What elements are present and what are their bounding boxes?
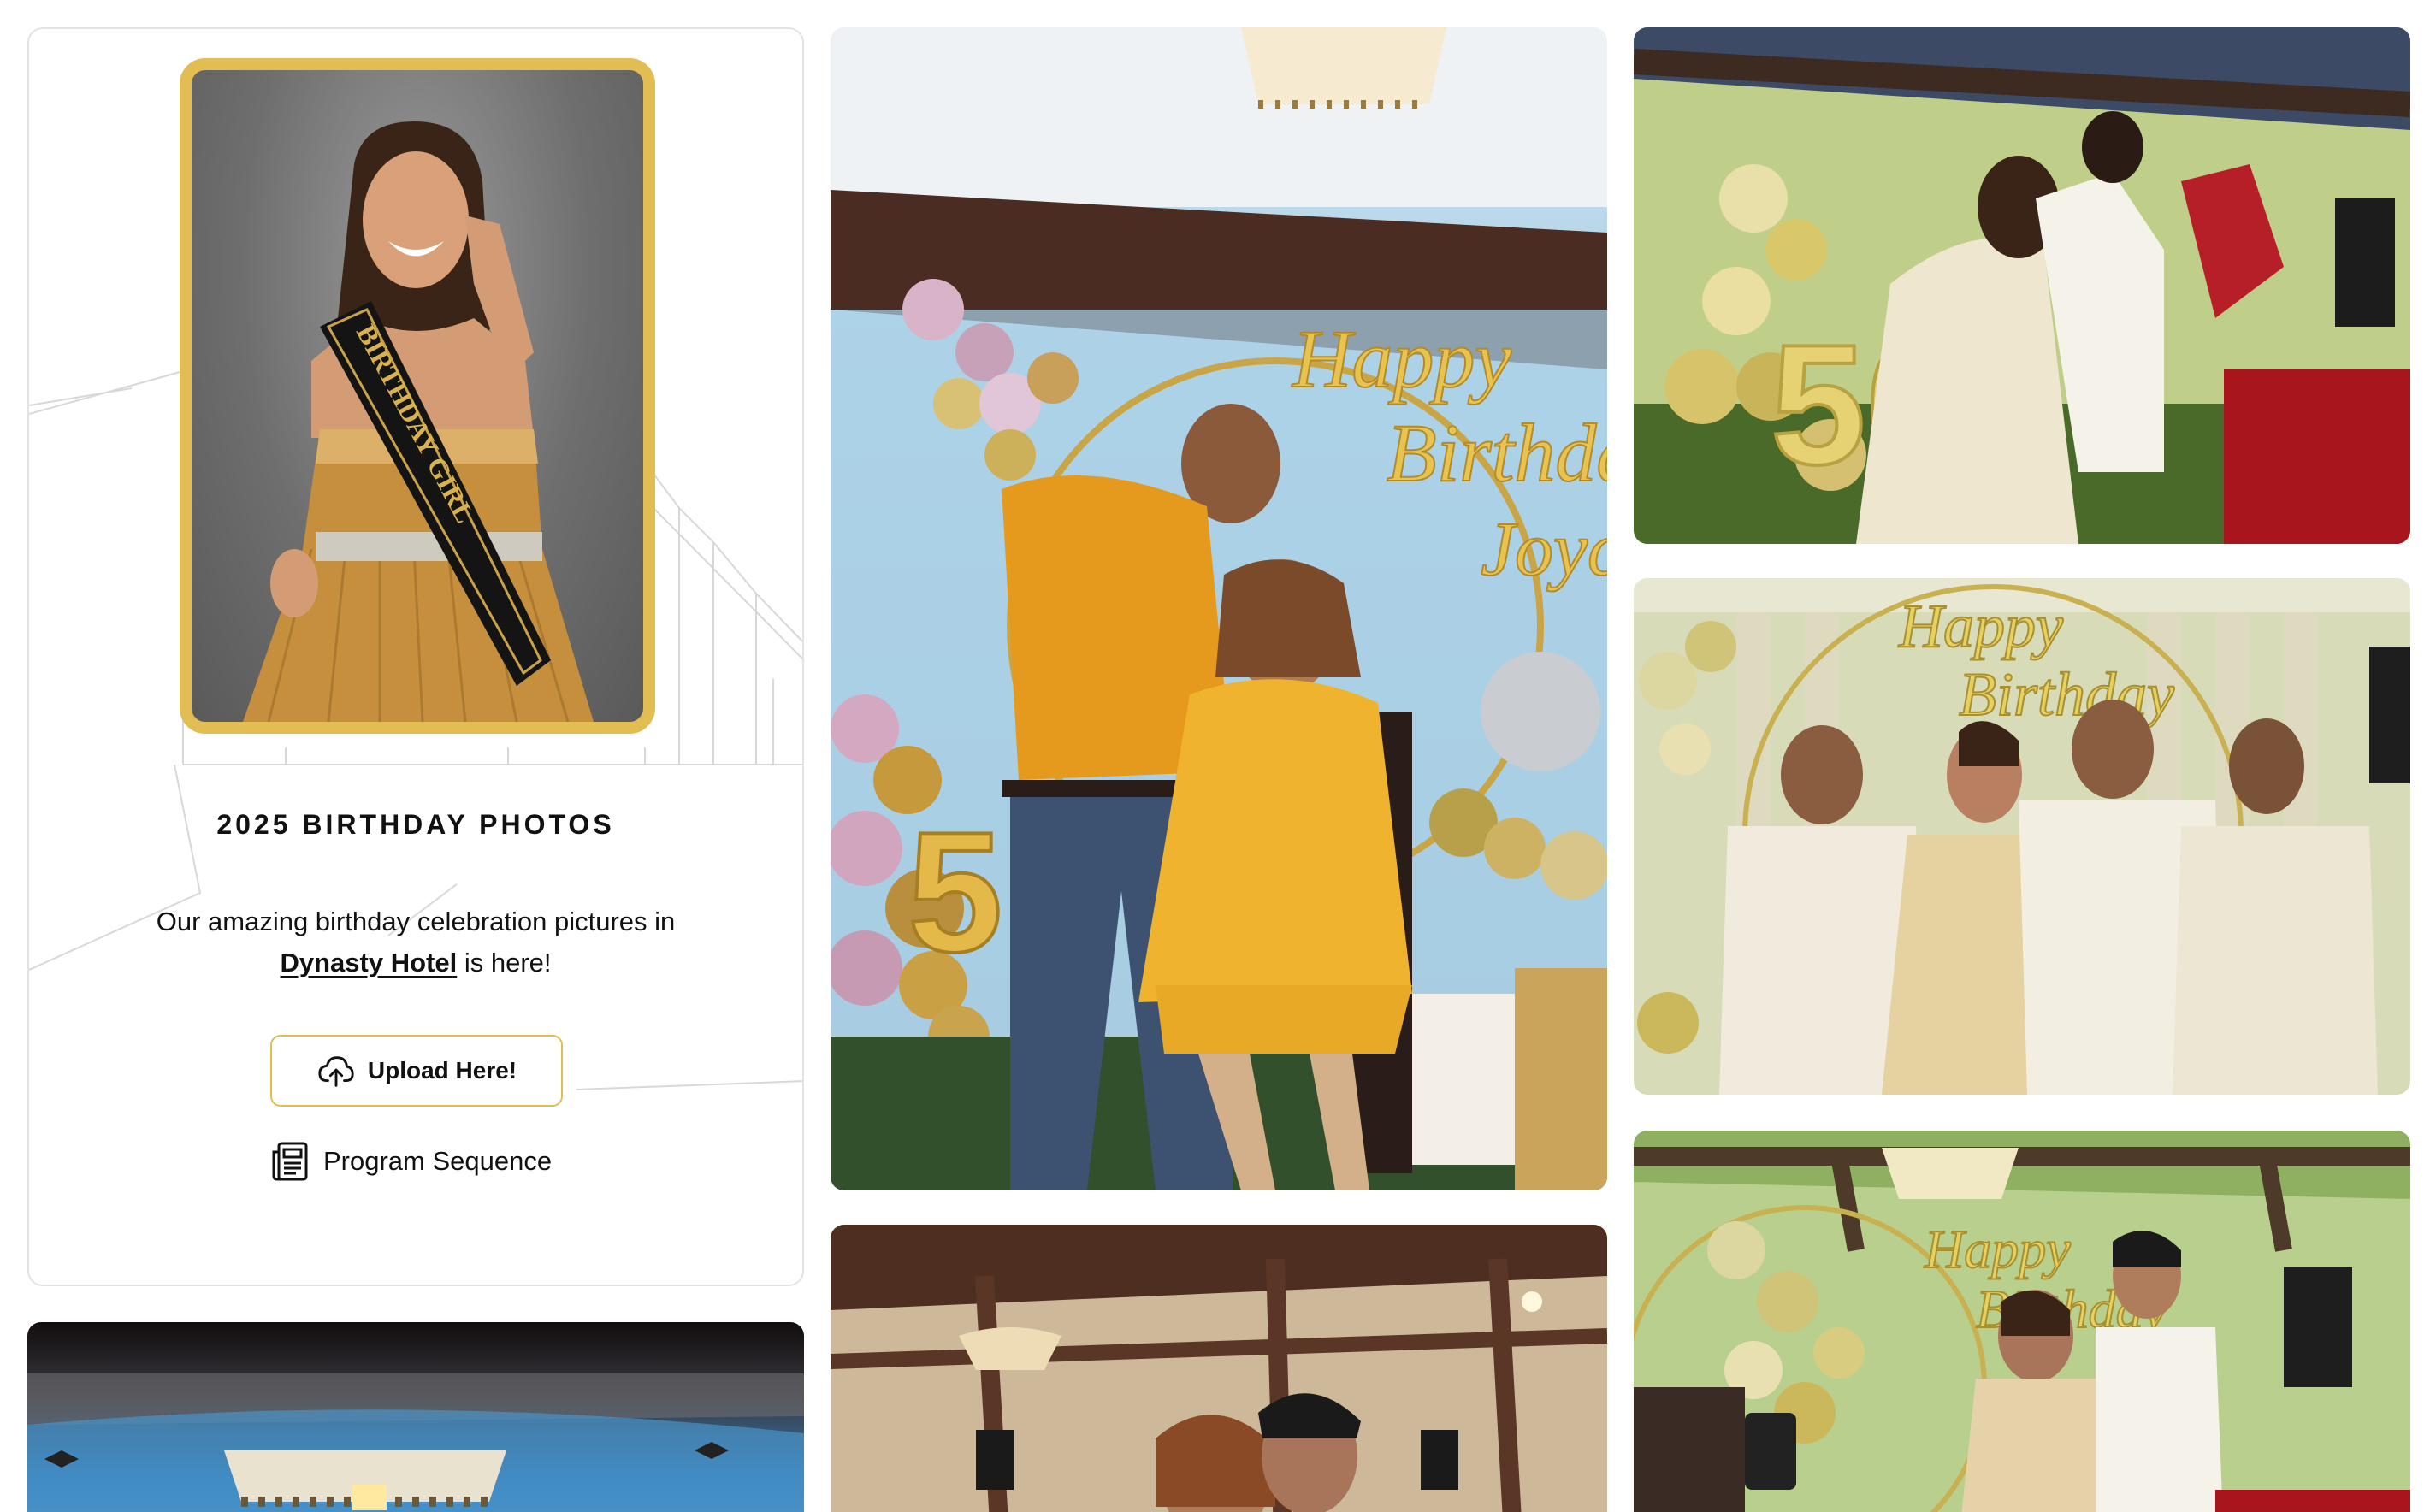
photo-couple-image: Happy Birthday Joyce 5 bbox=[831, 27, 1607, 1190]
photo-group-four-image: Happy Birthday bbox=[1634, 578, 2410, 1095]
backdrop-text-birthday: Birthday bbox=[1387, 407, 1607, 499]
photo-couple-backdrop[interactable]: Happy Birthday Joyce 5 bbox=[831, 27, 1607, 1190]
description-text-before: Our amazing birthday celebration picture… bbox=[156, 907, 676, 936]
photo-mother-son-dance-image: Happy Birthday bbox=[1634, 1131, 2410, 1512]
portrait-image: BIRTHDAY GIRL bbox=[243, 121, 594, 722]
upload-button-label: Upload Here! bbox=[367, 1057, 517, 1084]
photo-group-four[interactable]: Happy Birthday bbox=[1634, 578, 2410, 1095]
group-backdrop-happy: Happy bbox=[1898, 592, 2063, 660]
balloon-number: 5 bbox=[908, 797, 1002, 988]
photo-ballroom[interactable] bbox=[27, 1322, 804, 1512]
photo-dance-image: 50 bbox=[1634, 27, 2410, 544]
newspaper-icon bbox=[272, 1142, 308, 1181]
program-sequence-link[interactable]: Program Sequence bbox=[270, 1137, 552, 1185]
birthday-girl-portrait[interactable]: BIRTHDAY GIRL bbox=[180, 58, 655, 734]
program-sequence-label: Program Sequence bbox=[323, 1146, 553, 1176]
photo-mother-son[interactable] bbox=[831, 1225, 1607, 1512]
dance-backdrop-happy: Happy bbox=[1924, 1219, 2071, 1279]
album-title: 2025 BIRTHDAY PHOTOS bbox=[216, 809, 615, 840]
photo-mother-son-image bbox=[831, 1225, 1607, 1512]
backdrop-text-happy: Happy bbox=[1291, 313, 1511, 405]
photo-ballroom-image bbox=[27, 1322, 804, 1512]
album-info-card: BIRTHDAY GIRL 2025 BIRTHDAY PHOTOS Our a… bbox=[27, 27, 804, 1286]
photo-mother-son-dance[interactable]: Happy Birthday bbox=[1634, 1131, 2410, 1512]
backdrop-text-name: Joyce bbox=[1481, 507, 1607, 592]
description-text-after: is here! bbox=[464, 948, 552, 977]
venue-link[interactable]: Dynasty Hotel bbox=[280, 948, 457, 977]
photo-dance[interactable]: 50 bbox=[1634, 27, 2410, 544]
album-description: Our amazing birthday celebration picture… bbox=[115, 901, 717, 983]
upload-button[interactable]: Upload Here! bbox=[270, 1035, 563, 1107]
cloud-upload-icon bbox=[318, 1056, 354, 1087]
